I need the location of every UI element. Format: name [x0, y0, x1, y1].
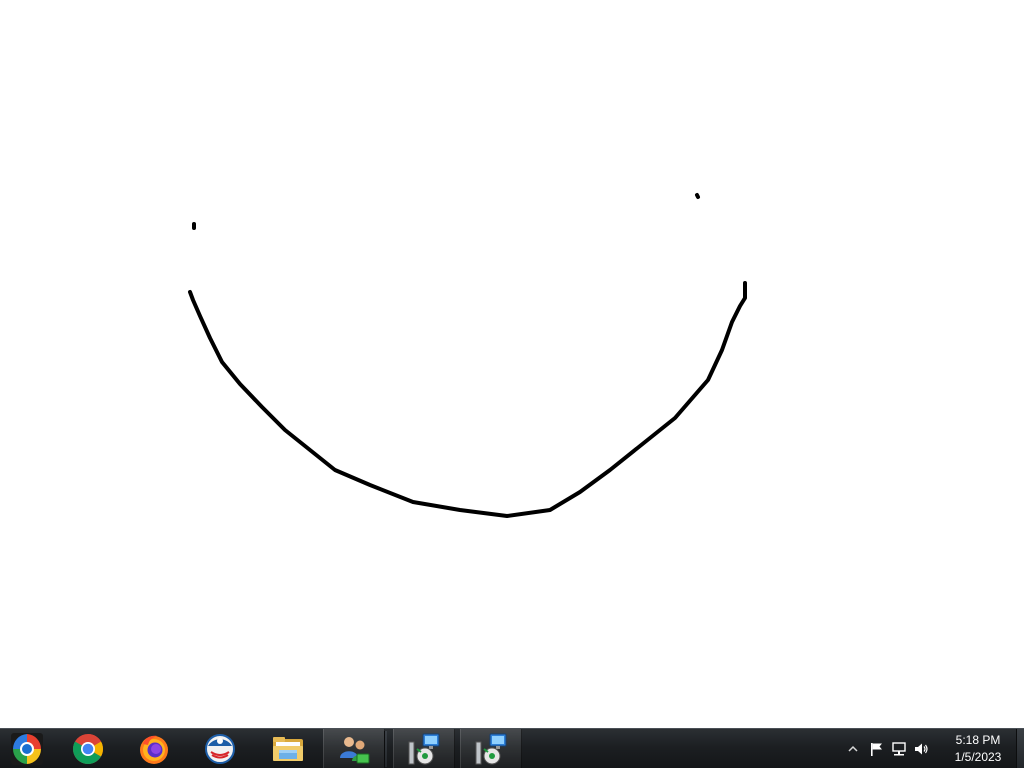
chevron-up-icon	[848, 745, 858, 752]
taskbar-network-users-button[interactable]	[323, 729, 385, 768]
network-button[interactable]	[888, 738, 910, 760]
drawing-smile-curve	[188, 281, 747, 518]
flag-icon	[871, 742, 882, 756]
remote-desktop-icon	[475, 733, 507, 764]
drawing-right-eye	[695, 193, 700, 199]
drawing-smiley	[188, 193, 747, 518]
firefox-icon	[140, 735, 168, 764]
taskbar-remote-desktop-button-2[interactable]	[460, 729, 522, 768]
chrome-icon	[72, 733, 104, 764]
network-users-icon	[340, 736, 370, 763]
remote-desktop-icon	[408, 733, 440, 764]
volume-button[interactable]	[910, 738, 932, 760]
taskbar-explorer-button[interactable]	[258, 729, 318, 768]
taskbar-outlook-button[interactable]	[190, 729, 250, 768]
taskbar-chrome-button[interactable]	[58, 729, 118, 768]
show-hidden-icons-button[interactable]	[842, 738, 864, 760]
action-center-button[interactable]	[866, 738, 888, 760]
start-button[interactable]	[0, 729, 54, 768]
taskbar-clock[interactable]: 5:18 PM 1/5/2023	[936, 732, 1020, 766]
clock-time: 5:18 PM	[955, 733, 1001, 747]
clock-date: 1/5/2023	[954, 750, 1002, 764]
outlook-icon	[205, 733, 235, 764]
taskbar-firefox-button[interactable]	[124, 729, 184, 768]
folder-icon	[273, 736, 303, 761]
taskbar: 5:18 PM 1/5/2023	[0, 728, 1024, 768]
drawing-canvas[interactable]	[0, 0, 1024, 728]
start-orb-icon	[11, 732, 43, 765]
taskbar-remote-desktop-button-1[interactable]	[393, 729, 455, 768]
system-tray	[842, 729, 932, 768]
taskbar-group-divider	[384, 731, 387, 767]
show-desktop-button[interactable]	[1016, 729, 1024, 768]
speaker-icon	[915, 743, 928, 754]
network-icon	[892, 741, 906, 755]
